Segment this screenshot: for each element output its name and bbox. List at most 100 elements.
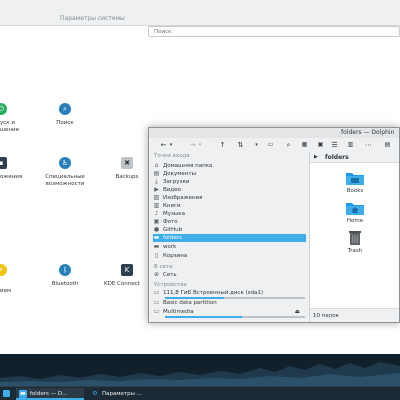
cpu-graph xyxy=(0,362,400,386)
module-accessibility-label: Специальные возможности xyxy=(45,174,85,187)
device-basic-data[interactable]: ▭ Basic data partition xyxy=(153,299,306,307)
place-label: Корзина xyxy=(163,253,188,259)
device-label: Basic data partition xyxy=(163,300,217,306)
place-label: Домашняя папка xyxy=(163,163,213,169)
breadcrumb[interactable]: ▶ folders xyxy=(310,152,399,163)
place-folders[interactable]: ▬ folders xyxy=(153,234,306,242)
settings-icon: ⚙ xyxy=(92,390,98,397)
place-label: Изображения xyxy=(163,195,203,201)
module-search-label: Поиск xyxy=(56,120,74,126)
place-music[interactable]: ♪ Музыка xyxy=(153,210,306,218)
place-label: Документы xyxy=(163,171,196,177)
module-search[interactable]: ⌕ Поиск xyxy=(33,103,97,127)
module-bluetooth[interactable]: ᛒ Bluetooth xyxy=(33,264,97,288)
disk-icon: ▭ xyxy=(153,308,160,315)
downloads-icon: ⤓ xyxy=(155,178,158,185)
settings-search-input[interactable] xyxy=(149,27,399,36)
up-button[interactable]: ↑ xyxy=(217,140,228,150)
file-item-home[interactable]: Home xyxy=(334,200,376,224)
file-item-books[interactable]: Books xyxy=(334,170,376,194)
device-multimedia[interactable]: ▭ Multimedia ⏏ xyxy=(153,308,306,316)
device-multimedia-usage-bar xyxy=(165,316,305,318)
control-button[interactable]: ▤ xyxy=(382,140,393,150)
settings-titlebar[interactable]: Параметры системы xyxy=(0,0,400,26)
settings-window-title: Параметры системы xyxy=(60,15,125,22)
split-view-button[interactable]: ▦ xyxy=(299,140,310,150)
place-network[interactable]: ⊕ Сеть xyxy=(153,271,306,279)
module-bluetooth-label: Bluetooth xyxy=(51,281,79,287)
place-github[interactable]: ● GitHub xyxy=(153,226,306,234)
application-launcher-icon[interactable] xyxy=(3,390,10,397)
device-sda1[interactable]: ▭ 111,8 ГиБ Встроенный диск (sda1) xyxy=(153,289,306,297)
dolphin-window: folders — Dolphin ← ▾ → ▾ ↑ ⇅ ▾ ▭ ⌕ ▦ ▣ … xyxy=(148,127,400,323)
place-video[interactable]: ▶ Видео xyxy=(153,186,306,194)
place-label: work xyxy=(163,244,177,250)
module-accessibility[interactable]: ♿ Специальные возможности xyxy=(33,157,97,188)
file-item-trash[interactable]: Trash xyxy=(334,230,376,254)
settings-search-field[interactable] xyxy=(148,26,400,37)
place-label: folders xyxy=(163,235,182,241)
dolphin-icon: ▬ xyxy=(19,390,27,398)
file-item-label: Home xyxy=(346,218,364,224)
pictures-icon: ▨ xyxy=(153,194,160,201)
dolphin-titlebar[interactable]: folders — Dolphin xyxy=(149,128,399,138)
more-button[interactable]: ⋯ xyxy=(363,140,374,150)
search-icon: ⌕ xyxy=(59,103,71,115)
backups-icon: ✖ xyxy=(121,157,133,169)
place-label: Фото xyxy=(163,219,178,225)
back-menu-icon[interactable]: ▾ xyxy=(168,140,174,150)
task-dolphin[interactable]: ▬ folders — D... xyxy=(16,388,84,400)
place-pictures[interactable]: ▨ Изображения xyxy=(153,194,306,202)
bluetooth-icon: ᛒ xyxy=(59,264,71,276)
device-label: 111,8 ГиБ Встроенный диск (sda1) xyxy=(163,290,264,296)
place-label: GitHub xyxy=(163,227,183,233)
books-icon: ▥ xyxy=(153,202,160,209)
trash-icon: ▯ xyxy=(154,252,159,259)
menu-button[interactable]: ☰ xyxy=(329,140,340,150)
place-photo[interactable]: ▣ Фото xyxy=(153,218,306,226)
network-icon: ⊕ xyxy=(153,271,160,278)
breadcrumb-current[interactable]: folders xyxy=(325,154,349,161)
forward-menu-icon[interactable]: ▾ xyxy=(197,140,203,150)
folder-books-icon xyxy=(346,173,364,185)
places-panel: Точки входа ⌂ Домашняя папка ▤ Документы ⤓… xyxy=(149,152,309,322)
usage-fill xyxy=(165,316,242,318)
place-home[interactable]: ⌂ Домашняя папка xyxy=(153,162,306,170)
eject-icon[interactable]: ⏏ xyxy=(295,308,300,316)
devices-section-header: Устройства xyxy=(154,282,187,288)
folder-icon: ▬ xyxy=(153,234,160,241)
task-label: folders — D... xyxy=(30,391,68,397)
terminal-button[interactable]: ▣ xyxy=(315,140,326,150)
task-system-settings[interactable]: ⚙ Параметры ... xyxy=(88,388,160,400)
preview-button[interactable]: ▭ xyxy=(265,140,276,150)
photo-icon: ▣ xyxy=(153,218,160,225)
status-text: 10 папок xyxy=(313,313,339,319)
place-label: Видео xyxy=(163,187,181,193)
taskbar: ▬ folders — D... ⚙ Параметры ... xyxy=(0,386,400,400)
place-books[interactable]: ▥ Книги xyxy=(153,202,306,210)
dolphin-window-title: folders — Dolphin xyxy=(341,129,395,136)
place-label: Книги xyxy=(163,203,181,209)
panel-activity-graph xyxy=(0,354,400,386)
place-trash[interactable]: ▯ Корзина xyxy=(153,252,306,260)
file-item-label: Trash xyxy=(347,248,363,254)
view-mode-button[interactable]: ▾ xyxy=(251,140,262,150)
place-label: Сеть xyxy=(163,272,177,278)
accessibility-icon: ♿ xyxy=(59,157,71,169)
search-button[interactable]: ⌕ xyxy=(283,140,294,150)
device-label: Multimedia xyxy=(163,309,194,315)
folder-icon: ▬ xyxy=(153,243,160,250)
filter-button[interactable]: ▥ xyxy=(345,140,356,150)
task-label: Параметры ... xyxy=(102,391,142,397)
status-bar: 10 папок xyxy=(310,308,399,322)
place-documents[interactable]: ▤ Документы xyxy=(153,170,306,178)
disk-icon: ▭ xyxy=(153,299,160,306)
disk-icon: ▭ xyxy=(153,289,160,296)
power-icon: ⏻ xyxy=(0,103,7,115)
power-management-icon: ⚡ xyxy=(0,264,7,276)
place-work[interactable]: ▬ work xyxy=(153,243,306,251)
sort-button[interactable]: ⇅ xyxy=(235,140,246,150)
documents-icon: ▤ xyxy=(153,170,160,177)
place-downloads[interactable]: ⤓ Загрузки xyxy=(153,178,306,186)
dolphin-toolbar: ← ▾ → ▾ ↑ ⇅ ▾ ▭ ⌕ ▦ ▣ ☰ ▥ ⋯ ▤ xyxy=(149,138,399,152)
